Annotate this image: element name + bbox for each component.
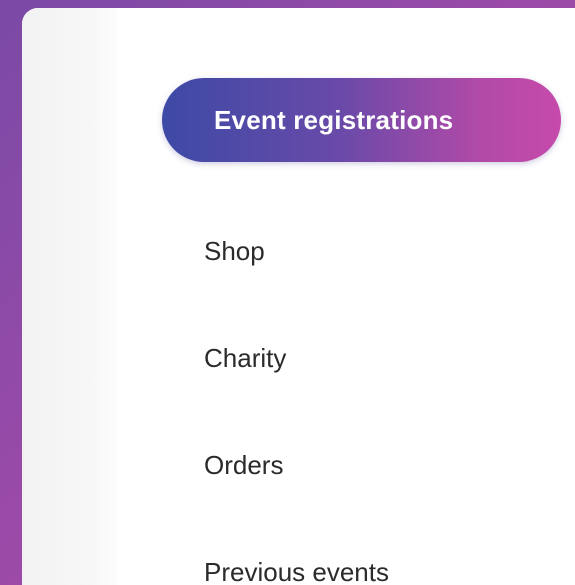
sidebar-rail [22,8,116,585]
nav-item-shop[interactable]: Shop [204,236,265,267]
nav-item-orders[interactable]: Orders [204,450,283,481]
nav-item-event-registrations[interactable]: Event registrations [162,78,561,162]
nav-item-previous-events[interactable]: Previous events [204,557,389,585]
nav-item-label: Event registrations [214,104,454,135]
nav-item-charity[interactable]: Charity [204,343,286,374]
navigation-card: Event registrations Shop Charity Orders … [22,8,575,585]
